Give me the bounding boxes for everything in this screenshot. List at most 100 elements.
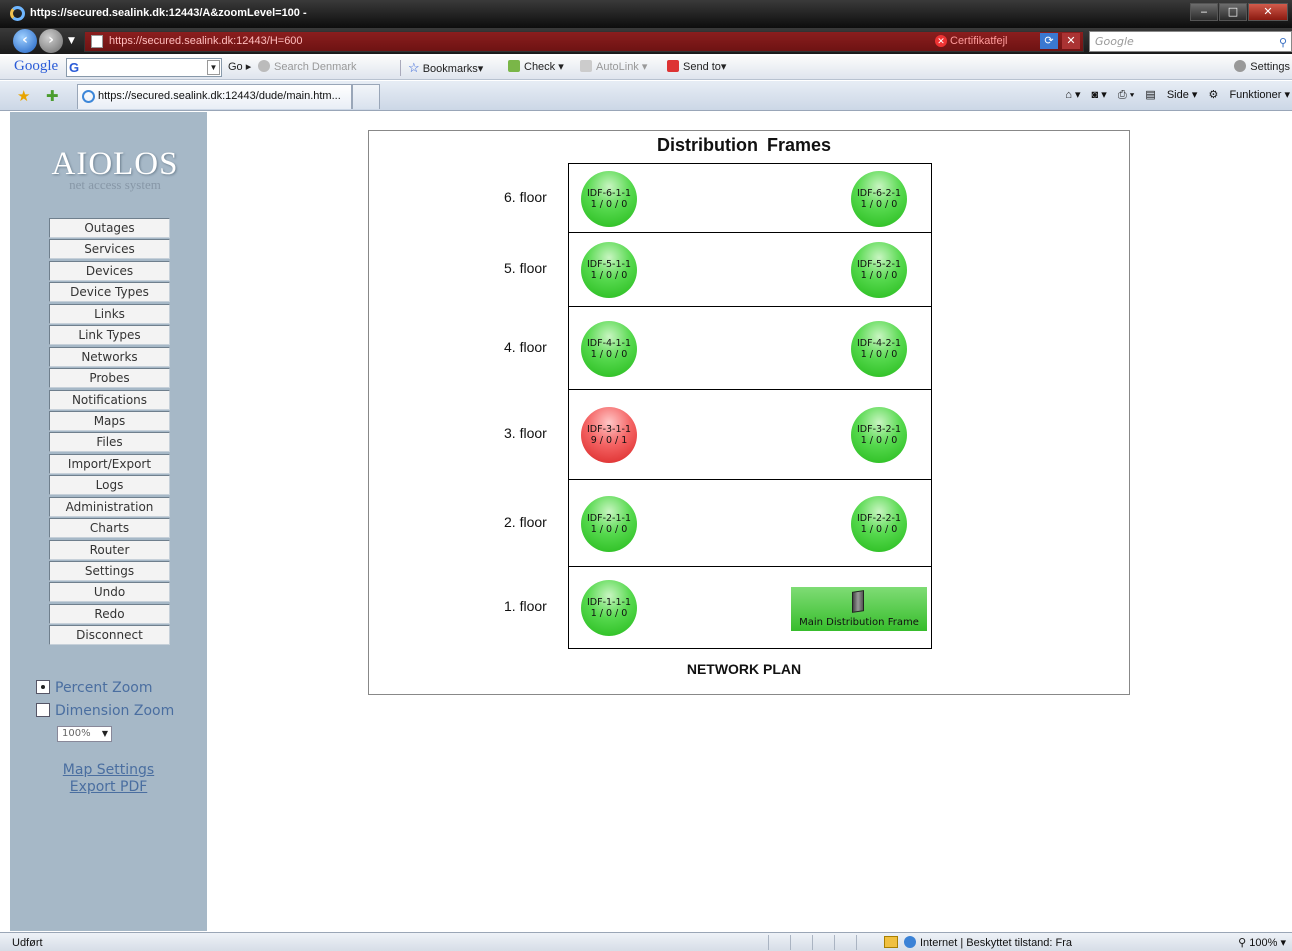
home-icon[interactable]: ⌂ ▾ xyxy=(1065,89,1080,101)
back-button[interactable]: ‹ xyxy=(13,29,37,53)
device-name: IDF-5-1-1 xyxy=(587,259,631,270)
device-node[interactable]: IDF-2-1-1 1 / 0 / 0 xyxy=(581,495,637,552)
menu-item-disconnect[interactable]: Disconnect xyxy=(49,625,170,646)
menu-item-router[interactable]: Router xyxy=(49,539,170,560)
minimize-button[interactable]: ‒ xyxy=(1190,3,1218,21)
menu-item-notifications[interactable]: Notifications xyxy=(49,389,170,410)
google-search-dropdown-icon[interactable]: ▼ xyxy=(207,60,220,75)
percent-zoom-option[interactable]: Percent Zoom xyxy=(36,680,153,696)
device-node[interactable]: IDF-6-2-1 1 / 0 / 0 xyxy=(851,170,907,227)
menu-item-settings[interactable]: Settings xyxy=(49,561,170,581)
google-toolbar: Google G ▼ Go ▸ Search Denmark ☆ Bookmar… xyxy=(0,56,1292,80)
google-g-icon: G xyxy=(69,60,80,75)
menu-item-networks[interactable]: Networks xyxy=(49,346,170,367)
zoom-level-select[interactable]: 100% ▼ xyxy=(57,726,112,742)
device-node[interactable]: IDF-5-2-1 1 / 0 / 0 xyxy=(851,242,907,298)
menu-item-outages[interactable]: Outages xyxy=(49,218,170,238)
menu-item-devices[interactable]: Devices xyxy=(49,260,170,281)
floor-label: 2. floor xyxy=(504,513,547,530)
dimension-zoom-radio[interactable] xyxy=(36,703,50,717)
internet-zone-icon xyxy=(904,936,916,948)
toolbar-divider xyxy=(400,60,401,76)
google-logo[interactable]: Google xyxy=(14,58,58,75)
search-icon[interactable]: ⚲ xyxy=(1279,33,1287,52)
search-denmark-button[interactable]: Search Denmark xyxy=(258,60,357,73)
device-node[interactable]: IDF-3-1-1 9 / 0 / 1 xyxy=(581,407,637,463)
device-name: IDF-3-2-1 xyxy=(857,424,901,435)
page-menu-button[interactable]: ▤ Side ▾ xyxy=(1145,89,1197,101)
device-name: IDF-3-1-1 xyxy=(587,424,631,435)
main-distribution-frame[interactable]: Main Distribution Frame xyxy=(791,587,927,631)
menu-item-administration[interactable]: Administration xyxy=(49,496,170,517)
maximize-button[interactable]: □ xyxy=(1219,3,1247,21)
device-status: 1 / 0 / 0 xyxy=(860,198,898,210)
device-status: 1 / 0 / 0 xyxy=(590,198,628,210)
menu-item-link-types[interactable]: Link Types xyxy=(49,325,170,346)
star-icon: ☆ xyxy=(408,60,420,75)
forward-button[interactable]: › xyxy=(39,29,63,53)
device-node[interactable]: IDF-1-1-1 1 / 0 / 0 xyxy=(581,580,637,636)
url-input[interactable]: https://secured.sealink.dk:12443/H=600 xyxy=(84,31,1084,52)
send-to-button[interactable]: Send to▾ xyxy=(667,60,726,73)
device-status: 9 / 0 / 1 xyxy=(590,435,628,446)
internet-explorer-icon xyxy=(10,6,25,21)
menu-item-import-export[interactable]: Import/Export xyxy=(49,453,170,474)
stop-icon[interactable]: ✕ xyxy=(1062,33,1080,49)
google-settings-button[interactable]: Settings xyxy=(1234,60,1290,73)
print-icon[interactable]: ⎙ ▾ xyxy=(1118,89,1134,101)
status-divider xyxy=(812,935,813,950)
device-status: 1 / 0 / 0 xyxy=(590,523,628,535)
menu-item-charts[interactable]: Charts xyxy=(49,518,170,539)
feeds-icon[interactable]: ◙ ▾ xyxy=(1092,89,1107,101)
map-caption: NETWORK PLAN xyxy=(686,661,802,677)
refresh-icon[interactable]: ⟳ xyxy=(1040,33,1058,49)
device-node[interactable]: IDF-2-2-1 1 / 0 / 0 xyxy=(851,495,907,552)
menu-item-files[interactable]: Files xyxy=(49,432,170,453)
status-divider xyxy=(768,935,769,950)
autolink-button[interactable]: AutoLink ▾ xyxy=(580,60,647,73)
device-node[interactable]: IDF-5-1-1 1 / 0 / 0 xyxy=(581,242,637,298)
device-node[interactable]: IDF-6-1-1 1 / 0 / 0 xyxy=(581,170,637,227)
tab-main[interactable]: https://secured.sealink.dk:12443/dude/ma… xyxy=(77,84,352,109)
device-node[interactable]: IDF-4-1-1 1 / 0 / 0 xyxy=(581,320,637,377)
menu-item-probes[interactable]: Probes xyxy=(49,368,170,389)
device-name: IDF-6-2-1 xyxy=(857,187,901,199)
floor-label: 1. floor xyxy=(504,598,547,614)
tools-menu-button[interactable]: ⚙ Funktioner ▾ xyxy=(1209,89,1290,101)
menu-item-maps[interactable]: Maps xyxy=(49,410,170,431)
certificate-error-button[interactable]: ✕ Certifikatfejl xyxy=(935,35,1007,47)
device-node[interactable]: IDF-3-2-1 1 / 0 / 0 xyxy=(851,407,907,463)
map-settings-link[interactable]: Map Settings xyxy=(10,762,207,778)
security-zone[interactable]: Internet | Beskyttet tilstand: Fra xyxy=(884,936,1072,949)
wrench-icon xyxy=(1234,60,1247,72)
device-name: IDF-4-1-1 xyxy=(587,337,631,349)
new-tab-button[interactable] xyxy=(352,84,380,109)
search-placeholder: Google xyxy=(1095,35,1134,48)
search-input[interactable]: Google ⚲ xyxy=(1089,31,1292,52)
zoom-level-value: 100% xyxy=(62,728,91,739)
percent-zoom-radio[interactable] xyxy=(36,680,50,694)
status-divider xyxy=(856,935,857,950)
device-status: 1 / 0 / 0 xyxy=(860,523,898,535)
google-search-input[interactable]: G ▼ xyxy=(66,58,222,77)
bookmarks-button[interactable]: ☆ Bookmarks▾ xyxy=(408,60,483,76)
menu-item-logs[interactable]: Logs xyxy=(49,475,170,496)
menu-item-device-types[interactable]: Device Types xyxy=(49,282,170,303)
spellcheck-button[interactable]: Check ▾ xyxy=(508,60,564,73)
close-button[interactable]: ✕ xyxy=(1248,3,1288,21)
certificate-error-icon: ✕ xyxy=(935,35,947,47)
menu-item-undo[interactable]: Undo xyxy=(49,582,170,603)
menu-item-services[interactable]: Services xyxy=(49,239,170,260)
favorites-star-icon[interactable]: ★ xyxy=(17,87,30,105)
menu-item-redo[interactable]: Redo xyxy=(49,603,170,624)
history-dropdown-icon[interactable]: ▼ xyxy=(68,36,75,46)
export-pdf-link[interactable]: Export PDF xyxy=(10,779,207,795)
security-zone-label: Internet | Beskyttet tilstand: Fra xyxy=(920,937,1073,949)
add-favorite-icon[interactable]: ✚ xyxy=(46,87,59,105)
google-go-button[interactable]: Go ▸ xyxy=(228,60,251,73)
zoom-level-button[interactable]: ⚲ 100% ▾ xyxy=(1238,936,1286,949)
device-status: 1 / 0 / 0 xyxy=(590,270,628,281)
dimension-zoom-option[interactable]: Dimension Zoom xyxy=(36,703,174,719)
device-node[interactable]: IDF-4-2-1 1 / 0 / 0 xyxy=(851,320,907,377)
menu-item-links[interactable]: Links xyxy=(49,303,170,324)
